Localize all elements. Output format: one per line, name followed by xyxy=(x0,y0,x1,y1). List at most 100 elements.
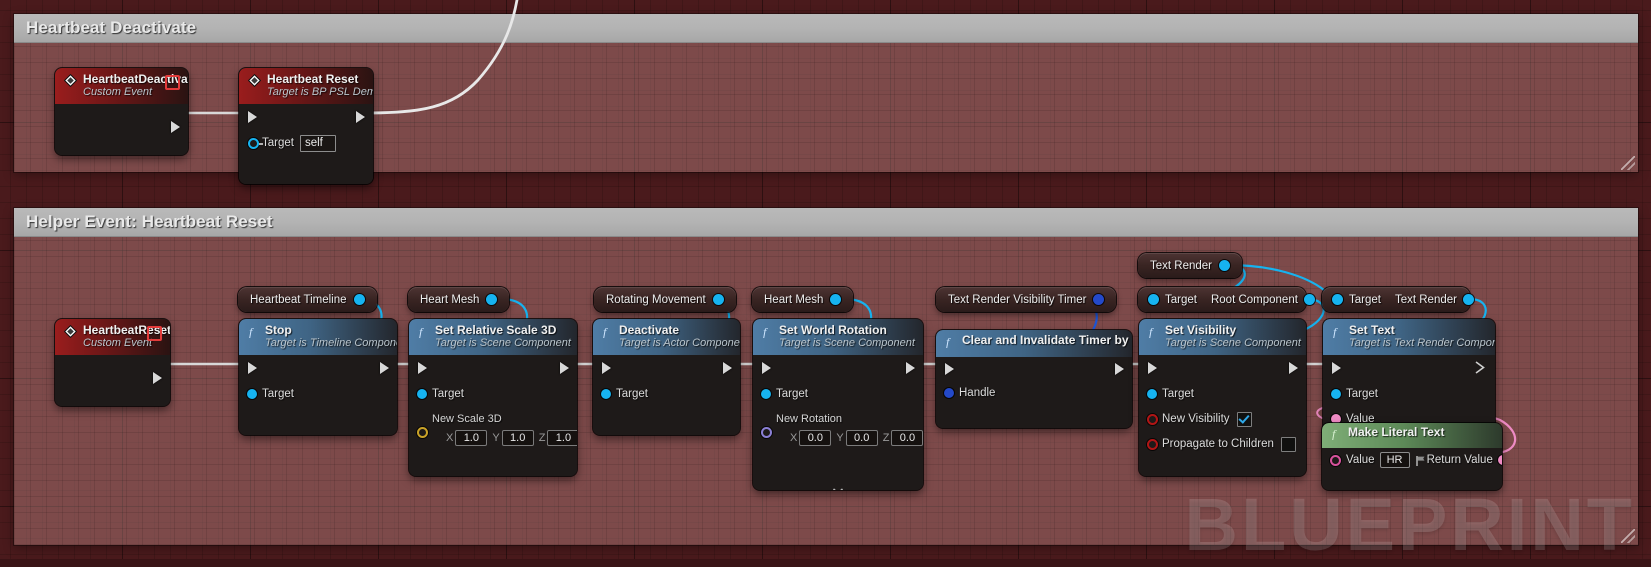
rotator-pin-icon[interactable] xyxy=(761,426,772,438)
exec-input-pin[interactable] xyxy=(248,361,257,374)
pin-row-target[interactable]: Target xyxy=(753,385,923,404)
object-pin-icon[interactable] xyxy=(712,294,724,305)
struct-pin-icon[interactable] xyxy=(944,387,954,398)
node-set-relative-scale-3d[interactable]: f Set Relative Scale 3D Target is Scene … xyxy=(409,319,577,476)
node-header[interactable]: Heartbeat Reset Target is BP PSL Demo xyxy=(239,68,373,104)
node-get-text-render[interactable]: Target Text Render xyxy=(1322,287,1474,312)
object-pin-icon[interactable] xyxy=(353,294,365,305)
variable-text-render[interactable]: Text Render xyxy=(1138,253,1243,278)
object-input-pin-icon[interactable] xyxy=(1332,294,1343,305)
scale-x-field[interactable]: 1.0 xyxy=(455,429,488,446)
target-self-field[interactable]: self xyxy=(299,134,336,152)
rotation-x-field[interactable]: 0.0 xyxy=(799,429,832,446)
node-set-world-rotation[interactable]: f Set World Rotation Target is Scene Com… xyxy=(753,319,923,490)
object-pin-icon[interactable] xyxy=(417,389,427,400)
text-pin-icon[interactable] xyxy=(1330,454,1341,466)
exec-output-pin[interactable] xyxy=(1289,361,1298,374)
struct-pin-icon[interactable] xyxy=(1093,294,1105,305)
pin-row-target[interactable]: Target xyxy=(239,385,397,404)
node-heartbeat-deactivate-event[interactable]: HeartbeatDeactivate Custom Event xyxy=(55,68,188,155)
pin-row-target[interactable]: Target self xyxy=(239,134,373,153)
pin-row-target[interactable]: Target xyxy=(409,385,577,404)
node-set-visibility[interactable]: f Set Visibility Target is Scene Compone… xyxy=(1139,319,1306,476)
object-pin-icon[interactable] xyxy=(761,389,771,400)
node-header[interactable]: f Set Text Target is Text Render Compone… xyxy=(1323,319,1495,355)
exec-output-pin[interactable] xyxy=(1475,361,1485,374)
literal-text-field[interactable]: HR xyxy=(1379,452,1410,468)
scale-y-field[interactable]: 1.0 xyxy=(501,429,534,446)
variable-rotating-movement[interactable]: Rotating Movement xyxy=(594,287,736,312)
delegate-pin-icon[interactable] xyxy=(147,326,162,341)
exec-output-pin[interactable] xyxy=(723,361,732,374)
object-input-pin-icon[interactable] xyxy=(1148,294,1159,305)
node-header[interactable]: f Clear and Invalidate Timer by Handle xyxy=(936,330,1132,357)
comment-title-bar[interactable]: Helper Event: Heartbeat Reset xyxy=(14,208,1638,237)
object-pin-icon[interactable] xyxy=(1219,260,1231,271)
exec-input-pin[interactable] xyxy=(248,110,257,123)
exec-output-pin[interactable] xyxy=(906,361,915,374)
pin-row-new-visibility[interactable]: New Visibility xyxy=(1139,410,1306,429)
delegate-pin-icon[interactable] xyxy=(165,75,180,90)
scale-z-field[interactable]: 1.0 xyxy=(547,429,577,446)
new-visibility-checkbox[interactable] xyxy=(1236,411,1252,427)
node-header[interactable]: HeartbeatDeactivate Custom Event xyxy=(55,68,188,104)
rotation-y-field[interactable]: 0.0 xyxy=(845,429,878,446)
rotation-z-field[interactable]: 0.0 xyxy=(891,429,923,446)
struct-pin-icon[interactable] xyxy=(417,426,428,438)
pin-row-new-scale-3d[interactable]: New Scale 3D X 1.0 Y 1.0 Z 1.0 xyxy=(409,413,577,446)
node-header[interactable]: f Make Literal Text xyxy=(1322,423,1502,448)
expand-collapse-chevron-down-icon[interactable] xyxy=(832,481,844,490)
node-header[interactable]: f Set Relative Scale 3D Target is Scene … xyxy=(409,319,577,355)
variable-heartbeat-timeline[interactable]: Heartbeat Timeline xyxy=(238,287,377,312)
exec-input-pin[interactable] xyxy=(602,361,611,374)
boolean-pin-icon[interactable] xyxy=(1147,438,1158,450)
object-output-pin-icon[interactable] xyxy=(1462,294,1474,305)
pin-row-target[interactable]: Target xyxy=(1323,385,1495,404)
blueprint-canvas[interactable]: Heartbeat Deactivate Helper Event: Heart… xyxy=(0,0,1651,566)
object-pin-icon[interactable] xyxy=(1331,389,1341,400)
text-pin-icon[interactable] xyxy=(1497,455,1502,465)
node-header[interactable]: f Stop Target is Timeline Component xyxy=(239,319,397,355)
localization-flag-icon[interactable] xyxy=(1415,454,1427,466)
node-header[interactable]: f Set Visibility Target is Scene Compone… xyxy=(1139,319,1306,355)
propagate-to-children-checkbox[interactable] xyxy=(1280,436,1296,452)
exec-output-pin[interactable] xyxy=(1115,363,1124,375)
exec-output-pin[interactable] xyxy=(356,110,365,123)
object-pin-icon[interactable] xyxy=(248,137,259,149)
boolean-pin-icon[interactable] xyxy=(1147,413,1158,425)
exec-input-pin[interactable] xyxy=(762,361,771,374)
exec-input-pin[interactable] xyxy=(1148,361,1157,374)
node-header[interactable]: f Deactivate Target is Actor Component xyxy=(593,319,740,355)
comment-title-bar[interactable]: Heartbeat Deactivate xyxy=(14,14,1638,43)
node-heartbeat-reset-call[interactable]: Heartbeat Reset Target is BP PSL Demo Ta… xyxy=(239,68,373,184)
node-get-root-component[interactable]: Target Root Component xyxy=(1138,287,1315,312)
object-pin-icon[interactable] xyxy=(247,389,257,400)
variable-heart-mesh-1[interactable]: Heart Mesh xyxy=(408,287,510,312)
node-header[interactable]: f Set World Rotation Target is Scene Com… xyxy=(753,319,923,355)
object-pin-icon[interactable] xyxy=(486,294,498,305)
exec-output-pin[interactable] xyxy=(560,361,569,374)
exec-output-pin[interactable] xyxy=(171,120,180,133)
node-deactivate[interactable]: f Deactivate Target is Actor Component T… xyxy=(593,319,740,435)
node-clear-and-invalidate-timer-by-handle[interactable]: f Clear and Invalidate Timer by Handle H… xyxy=(936,330,1132,428)
resize-grip-icon[interactable] xyxy=(1621,156,1635,170)
pin-row-propagate-to-children[interactable]: Propagate to Children xyxy=(1139,435,1306,454)
variable-text-render-visibility-timer[interactable]: Text Render Visibility Timer xyxy=(936,287,1117,312)
node-header[interactable]: HeartbeatReset Custom Event xyxy=(55,319,170,355)
pin-row-target[interactable]: Target xyxy=(593,385,740,404)
pin-row-handle[interactable]: Handle xyxy=(936,383,1132,402)
exec-input-pin[interactable] xyxy=(945,363,954,375)
object-pin-icon[interactable] xyxy=(830,294,842,305)
object-pin-icon[interactable] xyxy=(601,389,611,400)
object-output-pin-icon[interactable] xyxy=(1303,294,1315,305)
variable-heart-mesh-2[interactable]: Heart Mesh xyxy=(752,287,854,312)
node-make-literal-text[interactable]: f Make Literal Text Value HR Return Valu… xyxy=(1322,423,1502,490)
resize-grip-icon[interactable] xyxy=(1621,529,1635,543)
node-stop[interactable]: f Stop Target is Timeline Component Targ… xyxy=(239,319,397,435)
pin-row-new-rotation[interactable]: New Rotation X 0.0 Y 0.0 Z 0.0 xyxy=(753,413,923,446)
exec-input-pin[interactable] xyxy=(418,361,427,374)
exec-output-pin[interactable] xyxy=(380,361,389,374)
exec-input-pin[interactable] xyxy=(1332,361,1341,374)
pin-row-target[interactable]: Target xyxy=(1139,385,1306,404)
exec-output-pin[interactable] xyxy=(153,371,162,384)
